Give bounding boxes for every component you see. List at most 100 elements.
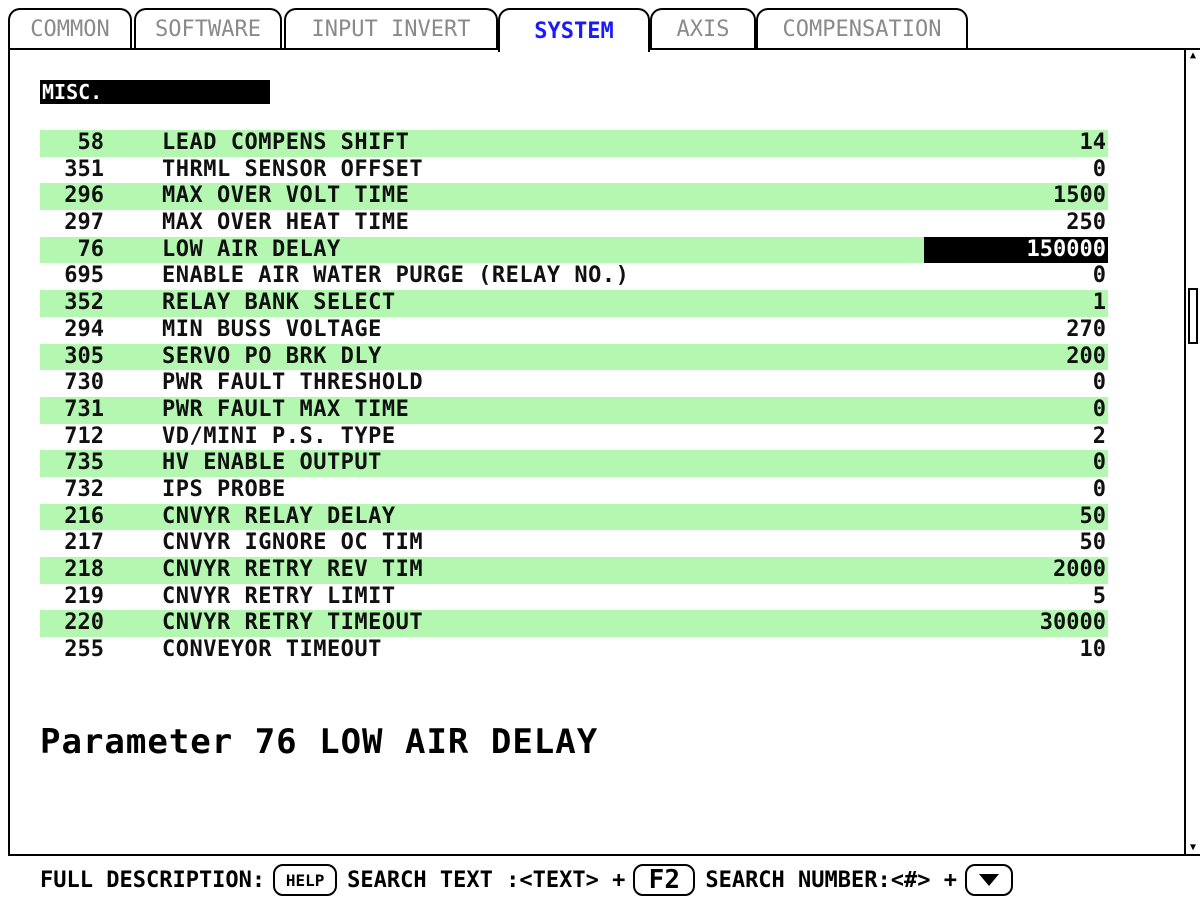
parameter-name: PWR FAULT THRESHOLD <box>162 370 424 396</box>
parameter-row[interactable]: 294 MIN BUSS VOLTAGE 270 <box>40 317 1108 344</box>
parameter-name: LOW AIR DELAY <box>162 236 341 262</box>
parameter-value[interactable]: 0 <box>1093 450 1106 476</box>
parameter-description: Parameter 76 LOW AIR DELAY <box>40 722 599 762</box>
parameter-value[interactable]: 200 <box>1066 344 1106 370</box>
footer-bar: FULL DESCRIPTION: HELP SEARCH TEXT :<TEX… <box>40 860 1190 900</box>
parameter-value[interactable]: 10 <box>1080 637 1107 663</box>
search-text-label: SEARCH TEXT :<TEXT> + <box>347 867 626 893</box>
parameter-number: 255 <box>64 637 104 663</box>
parameter-row[interactable]: 219 CNVYR RETRY LIMIT 5 <box>40 584 1108 611</box>
parameter-value[interactable]: 0 <box>1093 370 1106 396</box>
parameter-name: LEAD COMPENS SHIFT <box>162 130 410 155</box>
parameter-number: 296 <box>64 183 104 209</box>
parameter-row[interactable]: 255 CONVEYOR TIMEOUT 10 <box>40 637 1108 664</box>
scroll-up-icon[interactable]: ▲ <box>1187 50 1199 62</box>
parameter-number: 305 <box>64 343 104 369</box>
parameter-name: CNVYR IGNORE OC TIM <box>162 530 424 556</box>
parameter-name: CNVYR RETRY TIMEOUT <box>162 610 424 636</box>
parameter-number: 735 <box>64 450 104 476</box>
parameter-number: 217 <box>64 530 104 556</box>
parameter-value[interactable]: 0 <box>1093 263 1106 289</box>
parameter-number: 731 <box>64 396 104 422</box>
parameter-row[interactable]: 352 RELAY BANK SELECT 1 <box>40 290 1108 317</box>
parameter-name: HV ENABLE OUTPUT <box>162 450 382 476</box>
parameter-value[interactable]: 5 <box>1093 584 1106 610</box>
parameter-row[interactable]: 297 MAX OVER HEAT TIME 250 <box>40 210 1108 237</box>
tab-axis[interactable]: AXIS <box>650 8 756 48</box>
parameter-row[interactable]: 712 VD/MINI P.S. TYPE 2 <box>40 424 1108 451</box>
vertical-scrollbar[interactable]: ▲ ▼ <box>1186 48 1200 856</box>
parameter-value[interactable]: 50 <box>1080 530 1107 556</box>
parameter-number: 218 <box>64 557 104 582</box>
tab-input-invert[interactable]: INPUT INVERT <box>284 8 498 48</box>
f2-key-button[interactable]: F2 <box>633 864 696 896</box>
tab-system[interactable]: SYSTEM <box>498 8 650 52</box>
parameter-value[interactable]: 50 <box>1080 504 1107 530</box>
parameter-row[interactable]: 76 LOW AIR DELAY 150000 <box>40 236 1108 264</box>
parameter-number: 216 <box>64 503 104 529</box>
parameter-number: 732 <box>64 476 104 502</box>
parameter-number: 352 <box>64 290 104 316</box>
parameter-value[interactable]: 1500 <box>1053 183 1106 209</box>
parameter-number: 695 <box>64 263 104 289</box>
parameter-row[interactable]: 217 CNVYR IGNORE OC TIM 50 <box>40 530 1108 557</box>
parameter-name: VD/MINI P.S. TYPE <box>162 423 396 449</box>
parameter-name: CNVYR RETRY REV TIM <box>162 557 424 582</box>
parameter-value[interactable]: 14 <box>1080 130 1107 156</box>
scroll-thumb[interactable] <box>1188 288 1198 344</box>
tab-common[interactable]: COMMON <box>8 8 132 48</box>
parameter-row[interactable]: 732 IPS PROBE 0 <box>40 477 1108 504</box>
parameter-name: CNVYR RETRY LIMIT <box>162 583 396 609</box>
down-arrow-icon <box>979 874 999 886</box>
tab-software[interactable]: SOFTWARE <box>134 8 282 48</box>
parameter-table: 58 LEAD COMPENS SHIFT 14 351 THRML SENSOR OF… <box>40 130 1108 664</box>
parameter-row[interactable]: 216 CNVYR RELAY DELAY 50 <box>40 503 1108 531</box>
parameter-name: RELAY BANK SELECT <box>162 290 396 316</box>
parameter-value[interactable]: 0 <box>1093 157 1106 183</box>
parameter-name: CONVEYOR TIMEOUT <box>162 637 382 663</box>
parameter-number: 294 <box>64 316 104 342</box>
parameter-value[interactable]: 1 <box>1093 290 1106 316</box>
parameter-number: 58 <box>77 130 105 155</box>
parameter-name: MAX OVER HEAT TIME <box>162 210 410 236</box>
parameter-value[interactable]: 250 <box>1066 210 1106 236</box>
down-arrow-key-button[interactable] <box>965 864 1013 896</box>
parameter-value[interactable]: 270 <box>1066 317 1106 343</box>
tab-compensation[interactable]: COMPENSATION <box>756 8 968 48</box>
parameter-number: 76 <box>77 236 105 262</box>
parameter-name: SERVO PO BRK DLY <box>162 343 382 369</box>
parameter-row[interactable]: 695 ENABLE AIR WATER PURGE (RELAY NO.) 0 <box>40 263 1108 290</box>
parameter-number: 712 <box>64 423 104 449</box>
parameter-row[interactable]: 58 LEAD COMPENS SHIFT 14 <box>40 130 1108 157</box>
parameter-value[interactable]: 0 <box>1093 397 1106 423</box>
parameter-row[interactable]: 735 HV ENABLE OUTPUT 0 <box>40 450 1108 477</box>
parameter-row[interactable]: 220 CNVYR RETRY TIMEOUT 30000 <box>40 610 1108 638</box>
full-description-label: FULL DESCRIPTION: <box>40 867 266 893</box>
parameter-name: CNVYR RELAY DELAY <box>162 503 396 529</box>
parameter-name: MAX OVER VOLT TIME <box>162 183 410 209</box>
parameter-row[interactable]: 218 CNVYR RETRY REV TIM 2000 <box>40 557 1108 584</box>
search-number-label: SEARCH NUMBER:<#> + <box>705 867 957 893</box>
parameter-number: 297 <box>64 210 104 236</box>
parameter-number: 730 <box>64 370 104 396</box>
parameter-row[interactable]: 731 PWR FAULT MAX TIME 0 <box>40 396 1108 424</box>
parameter-number: 219 <box>64 583 104 609</box>
parameter-value[interactable]: 0 <box>1093 477 1106 503</box>
parameter-row[interactable]: 730 PWR FAULT THRESHOLD 0 <box>40 370 1108 397</box>
scroll-down-icon[interactable]: ▼ <box>1187 842 1199 854</box>
parameter-value[interactable]: 2 <box>1093 424 1106 450</box>
parameter-value[interactable]: 150000 <box>924 236 1108 263</box>
parameter-name: MIN BUSS VOLTAGE <box>162 316 382 342</box>
section-label: MISC. <box>40 80 270 104</box>
parameter-value[interactable]: 2000 <box>1053 557 1106 583</box>
parameter-row[interactable]: 296 MAX OVER VOLT TIME 1500 <box>40 183 1108 211</box>
parameter-value[interactable]: 30000 <box>1040 610 1106 636</box>
parameter-name: THRML SENSOR OFFSET <box>162 156 424 182</box>
parameter-number: 351 <box>64 156 104 182</box>
parameter-name: IPS PROBE <box>162 476 286 502</box>
parameter-row[interactable]: 351 THRML SENSOR OFFSET 0 <box>40 157 1108 184</box>
parameter-row[interactable]: 305 SERVO PO BRK DLY 200 <box>40 343 1108 371</box>
parameter-name: ENABLE AIR WATER PURGE (RELAY NO.) <box>162 263 630 289</box>
parameter-number: 220 <box>64 610 104 636</box>
help-key-button[interactable]: HELP <box>273 864 338 896</box>
